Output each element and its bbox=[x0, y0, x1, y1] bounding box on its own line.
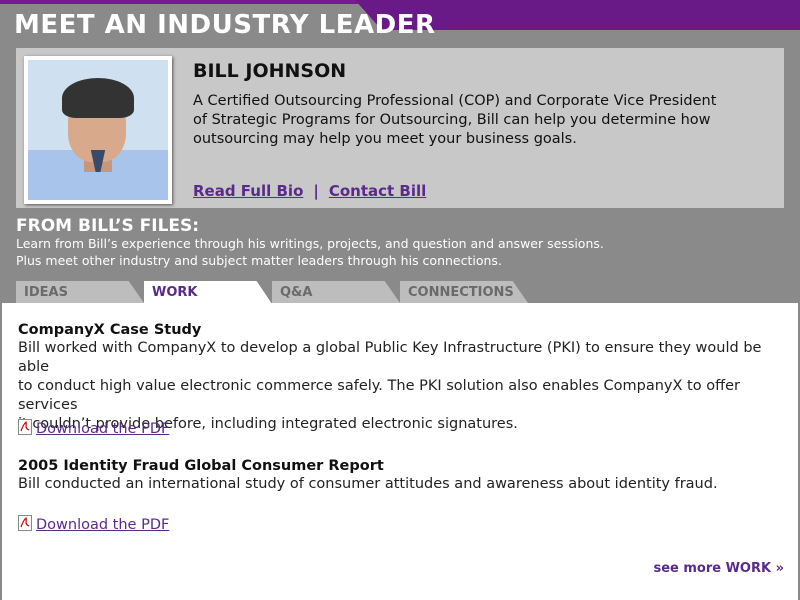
download-pdf-link[interactable]: Download the PDF bbox=[36, 421, 169, 437]
work-item-title: 2005 Identity Fraud Global Consumer Repo… bbox=[18, 458, 384, 474]
profile-links: Read Full Bio | Contact Bill bbox=[193, 182, 426, 200]
tab-connections[interactable]: CONNECTIONS bbox=[400, 281, 528, 303]
leader-name: BILL JOHNSON bbox=[193, 60, 347, 82]
pdf-file-icon bbox=[18, 419, 32, 435]
tab-work[interactable]: WORK bbox=[144, 281, 272, 304]
page-header: MEET AN INDUSTRY LEADER bbox=[0, 0, 800, 48]
leader-profile-panel: BILL JOHNSON A Certified Outsourcing Pro… bbox=[16, 48, 784, 208]
page-title: MEET AN INDUSTRY LEADER bbox=[14, 10, 436, 40]
download-pdf-link[interactable]: Download the PDF bbox=[36, 517, 169, 533]
tab-content-panel: CompanyX Case Study Bill worked with Com… bbox=[2, 303, 798, 600]
work-item-companyx: CompanyX Case Study Bill worked with Com… bbox=[18, 322, 788, 434]
tab-qa[interactable]: Q&A bbox=[272, 281, 400, 303]
contact-bill-link[interactable]: Contact Bill bbox=[329, 182, 426, 200]
work-item-title: CompanyX Case Study bbox=[18, 322, 202, 338]
pdf-file-icon bbox=[18, 515, 32, 531]
portrait-image bbox=[28, 60, 168, 200]
work-item-description: Bill conducted an international study of… bbox=[18, 476, 718, 492]
tab-ideas[interactable]: IDEAS bbox=[16, 281, 144, 303]
read-full-bio-link[interactable]: Read Full Bio bbox=[193, 182, 303, 200]
download-pdf-2: Download the PDF bbox=[18, 515, 169, 533]
link-separator: | bbox=[313, 182, 319, 200]
work-item-identity-fraud: 2005 Identity Fraud Global Consumer Repo… bbox=[18, 458, 788, 494]
leader-bio: A Certified Outsourcing Professional (CO… bbox=[193, 93, 717, 147]
files-section-description: Learn from Bill’s experience through his… bbox=[16, 236, 604, 268]
leader-photo bbox=[24, 56, 172, 204]
download-pdf-1: Download the PDF bbox=[18, 419, 169, 437]
files-section-title: FROM BILL’S FILES: bbox=[16, 216, 200, 236]
see-more-work-link[interactable]: see more WORK » bbox=[653, 561, 784, 576]
